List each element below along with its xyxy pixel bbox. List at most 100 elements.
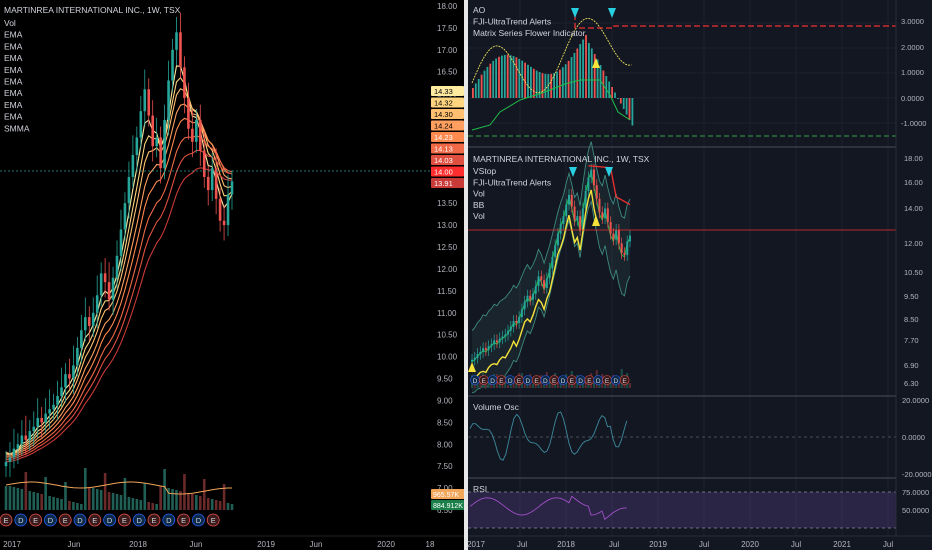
volume-bar	[187, 493, 190, 510]
candle-body	[579, 216, 582, 230]
candle-body	[36, 417, 40, 427]
candle-body	[163, 119, 166, 169]
volume-bar	[615, 385, 618, 388]
candle-body	[570, 194, 573, 207]
candle-body	[523, 301, 526, 310]
indicator-label-ema[interactable]: EMA	[4, 88, 23, 98]
volume-bar	[206, 498, 210, 510]
left-event-markers: EDEDEDEDEDEDEDE	[0, 513, 220, 527]
candle-body	[111, 277, 115, 300]
ao-histogram-bar	[515, 57, 518, 98]
volume-osc-label[interactable]: Volume Osc	[473, 402, 520, 412]
ao-histogram-bar	[573, 52, 576, 98]
indicator-label-smma[interactable]: SMMA	[4, 123, 30, 133]
time-tick: Jul	[699, 540, 709, 549]
event-marker-letter: E	[33, 516, 38, 525]
event-marker-letter: E	[3, 516, 8, 525]
ao-histogram-bar	[570, 57, 573, 98]
left-panel: MARTINREA INTERNATIONAL INC., 1W, TSX Vo…	[0, 0, 466, 550]
indicator-label-ema[interactable]: EMA	[4, 112, 23, 122]
event-marker-letter: D	[196, 516, 202, 525]
volume-osc-axis-tick: 0.0000	[902, 433, 925, 442]
price-pane-label[interactable]: VStop	[473, 166, 496, 176]
volume-bar	[4, 486, 8, 510]
volume-osc-axis-tick: -20.0000	[902, 470, 932, 479]
time-tick: 2018	[129, 540, 147, 549]
indicator-label-ema[interactable]: EMA	[4, 100, 23, 110]
event-marker-letter: D	[473, 378, 478, 385]
candle-body	[551, 256, 554, 269]
candle-body	[534, 286, 537, 294]
ao-histogram-bar	[509, 55, 512, 98]
candle-body	[230, 181, 234, 195]
ao-histogram-bar	[625, 98, 628, 115]
ao-axis-tick: 3.0000	[901, 17, 924, 26]
volume-bar	[12, 487, 16, 510]
indicator-label-ema[interactable]: EMA	[4, 77, 23, 87]
candle-body	[159, 137, 162, 169]
candle-body	[222, 220, 226, 226]
ao-axis-tick: 2.0000	[901, 43, 924, 52]
candle-body	[520, 309, 523, 318]
indicator-label-ema[interactable]: EMA	[4, 65, 23, 75]
rsi-band-fill	[468, 492, 896, 528]
candle-body	[559, 223, 562, 234]
candle-body	[487, 346, 490, 351]
candle-body	[198, 119, 202, 151]
candle-body	[151, 115, 155, 147]
event-marker-letter: D	[561, 378, 566, 385]
indicator-label-ema[interactable]: EMA	[4, 30, 23, 40]
ao-pane-label[interactable]: AO	[473, 5, 486, 15]
price-pane-label[interactable]: FJI-UltraTrend Alerts	[473, 177, 551, 187]
rsi-axis-tick: 75.0000	[902, 488, 929, 497]
ao-histogram-bar	[605, 76, 608, 98]
volume-bar	[103, 473, 107, 510]
volume-bar	[543, 385, 546, 388]
ao-histogram-bar	[553, 72, 555, 98]
price-pane-label[interactable]: BB	[473, 200, 485, 210]
indicator-label-ema[interactable]: EMA	[4, 53, 23, 63]
time-tick: 2021	[833, 540, 851, 549]
ao-axis-tick: 1.0000	[901, 68, 924, 77]
ao-histogram-bar	[585, 34, 587, 98]
ema-value-text: 14.03	[434, 156, 453, 165]
ao-histogram-bar	[535, 70, 538, 98]
rsi-label[interactable]: RSI	[473, 484, 487, 494]
event-marker-letter: D	[48, 516, 54, 525]
volume-bar	[230, 504, 234, 510]
event-marker-letter: D	[166, 516, 172, 525]
volume-bar	[32, 492, 36, 510]
candle-body	[214, 168, 218, 199]
price-pane-label[interactable]: Vol	[473, 211, 485, 221]
volume-bar	[139, 500, 143, 510]
indicator-label-ema[interactable]: EMA	[4, 41, 23, 51]
ao-pane-label[interactable]: FJI-UltraTrend Alerts	[473, 17, 551, 27]
candle-body	[556, 233, 559, 246]
candle-body	[87, 317, 91, 326]
candle-body	[526, 295, 529, 302]
event-marker-letter: E	[482, 378, 487, 385]
event-marker-letter: D	[490, 378, 495, 385]
ao-pane-label[interactable]: Matrix Series Flower Indicator	[473, 28, 586, 38]
candle-body	[562, 216, 565, 224]
candle-body	[509, 326, 512, 331]
indicator-label-vol[interactable]: Vol	[4, 18, 16, 28]
ao-histogram-bar	[489, 63, 492, 98]
rsi-axis-tick: 50.0000	[902, 506, 929, 515]
candle-body	[604, 208, 607, 219]
candle-body	[139, 111, 143, 138]
volume-bar	[83, 468, 87, 510]
volume-bar	[107, 492, 111, 510]
price-pane-label[interactable]: Vol	[473, 189, 485, 199]
candle-body	[537, 276, 540, 287]
event-marker-letter: D	[77, 516, 83, 525]
event-marker-letter: D	[107, 516, 113, 525]
panel-divider[interactable]	[464, 0, 468, 550]
volume-bar	[226, 503, 230, 510]
ao-histogram-bar	[556, 71, 558, 98]
candle-body	[119, 229, 123, 256]
ao-histogram-bar	[617, 98, 619, 99]
price-tick: 9.50	[437, 375, 453, 384]
candle-body	[143, 89, 147, 112]
candle-body	[72, 365, 75, 379]
